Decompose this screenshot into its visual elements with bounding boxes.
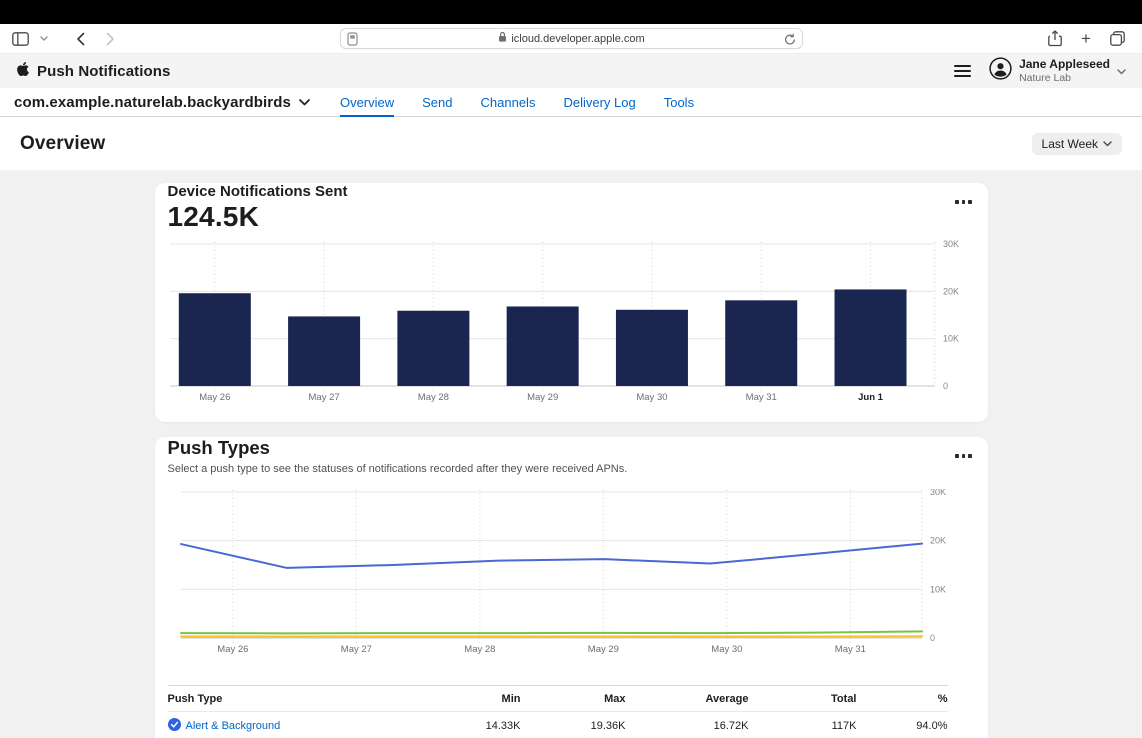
svg-text:May 28: May 28 <box>417 392 448 403</box>
push-types-line-chart: 0 10K 20K 30K May 26 May 27 May 28 May 29 May 30… <box>168 489 975 657</box>
app-header: Push Notifications Jane Appleseed Nature… <box>0 54 1142 88</box>
user-avatar-icon <box>989 57 1012 85</box>
card-subtitle: Select a push type to see the statuses o… <box>168 463 988 475</box>
column-header: % <box>857 686 948 712</box>
page-title: Overview <box>20 133 105 155</box>
svg-text:May 30: May 30 <box>711 644 742 655</box>
tab-tools[interactable]: Tools <box>650 88 708 117</box>
tab-delivery-log[interactable]: Delivery Log <box>549 88 649 117</box>
url-text: icloud.developer.apple.com <box>511 33 644 45</box>
page-title-row: Overview Last Week <box>0 117 1142 170</box>
card-title: Device Notifications Sent <box>168 183 988 200</box>
table-row: Alert & Background 14.33K19.36K16.72K117K… <box>168 712 948 738</box>
column-header: Average <box>626 686 749 712</box>
svg-text:20K: 20K <box>943 286 959 296</box>
column-header: Push Type <box>168 686 416 712</box>
bundle-chevron-icon <box>299 93 310 111</box>
bundle-id: com.example.naturelab.backyardbirds <box>14 94 291 111</box>
table-cell: 14.33K <box>416 712 521 738</box>
sidebar-chevron-icon[interactable] <box>33 28 55 50</box>
address-bar[interactable]: icloud.developer.apple.com <box>340 28 803 49</box>
back-button-icon[interactable] <box>69 28 91 50</box>
push-types-card: Push Types Select a push type to see the… <box>155 437 988 738</box>
check-circle-icon <box>168 718 181 734</box>
user-org: Nature Lab <box>1019 72 1110 84</box>
svg-text:May 27: May 27 <box>308 392 339 403</box>
page-content: Device Notifications Sent 124.5K 0 10K 20K… <box>0 170 1142 738</box>
user-name: Jane Appleseed <box>1019 58 1110 72</box>
app-title: Push Notifications <box>37 63 170 80</box>
table-cell: 16.72K <box>626 712 749 738</box>
share-icon[interactable] <box>1044 28 1066 50</box>
system-menubar <box>0 0 1142 24</box>
svg-text:30K: 30K <box>930 489 946 497</box>
app-nav: com.example.naturelab.backyardbirds Over… <box>0 88 1142 117</box>
user-menu[interactable]: Jane Appleseed Nature Lab <box>989 57 1126 85</box>
table-cell: 19.36K <box>521 712 626 738</box>
svg-text:May 26: May 26 <box>199 392 230 403</box>
card-title: Push Types <box>168 437 988 459</box>
svg-text:May 30: May 30 <box>636 392 667 403</box>
table-cell: 117K <box>749 712 857 738</box>
device-notifications-card: Device Notifications Sent 124.5K 0 10K 20K… <box>155 183 988 422</box>
page-settings-icon[interactable] <box>347 32 358 51</box>
push-type-link[interactable]: Alert & Background <box>186 720 281 732</box>
lock-icon <box>498 30 507 48</box>
svg-text:May 31: May 31 <box>745 392 776 403</box>
tab-channels[interactable]: Channels <box>467 88 550 117</box>
svg-text:May 29: May 29 <box>587 644 618 655</box>
svg-text:20K: 20K <box>930 536 946 546</box>
nav-tabs: OverviewSendChannelsDelivery LogTools <box>326 88 708 117</box>
bundle-id-selector[interactable]: com.example.naturelab.backyardbirds <box>14 93 310 111</box>
column-header: Max <box>521 686 626 712</box>
apple-logo-icon <box>16 61 30 82</box>
total-sent-value: 124.5K <box>168 201 988 233</box>
column-header: Min <box>416 686 521 712</box>
tab-overview-icon[interactable] <box>1106 28 1128 50</box>
new-tab-icon[interactable]: + <box>1075 28 1097 50</box>
column-header: Total <box>749 686 857 712</box>
tab-overview[interactable]: Overview <box>326 88 408 117</box>
svg-text:May 29: May 29 <box>527 392 558 403</box>
svg-text:0: 0 <box>930 633 935 643</box>
reload-icon[interactable] <box>784 33 796 51</box>
forward-button-icon[interactable] <box>99 28 121 50</box>
svg-text:May 27: May 27 <box>340 644 371 655</box>
more-options-icon[interactable] <box>952 197 975 207</box>
tab-send[interactable]: Send <box>408 88 466 117</box>
table-cell: 94.0% <box>857 712 948 738</box>
svg-text:0: 0 <box>943 381 948 391</box>
svg-text:May 28: May 28 <box>464 644 495 655</box>
svg-text:Jun 1: Jun 1 <box>858 392 884 403</box>
device-notifications-bar-chart: 0 10K 20K 30K May 26 May 27 May 28 May 29 May 30… <box>168 239 975 405</box>
svg-text:May 31: May 31 <box>834 644 865 655</box>
svg-text:10K: 10K <box>943 334 959 344</box>
svg-text:30K: 30K <box>943 239 959 249</box>
menu-icon[interactable] <box>952 63 973 79</box>
svg-text:10K: 10K <box>930 584 946 594</box>
browser-toolbar: icloud.developer.apple.com + <box>0 24 1142 54</box>
user-chevron-icon <box>1117 62 1126 80</box>
more-options-icon[interactable] <box>952 451 975 461</box>
svg-text:May 26: May 26 <box>217 644 248 655</box>
sidebar-toggle-icon[interactable] <box>9 28 31 50</box>
push-types-table: Push TypeMinMaxAverageTotal% Alert & Bac… <box>168 685 948 738</box>
date-range-button[interactable]: Last Week <box>1032 133 1122 155</box>
